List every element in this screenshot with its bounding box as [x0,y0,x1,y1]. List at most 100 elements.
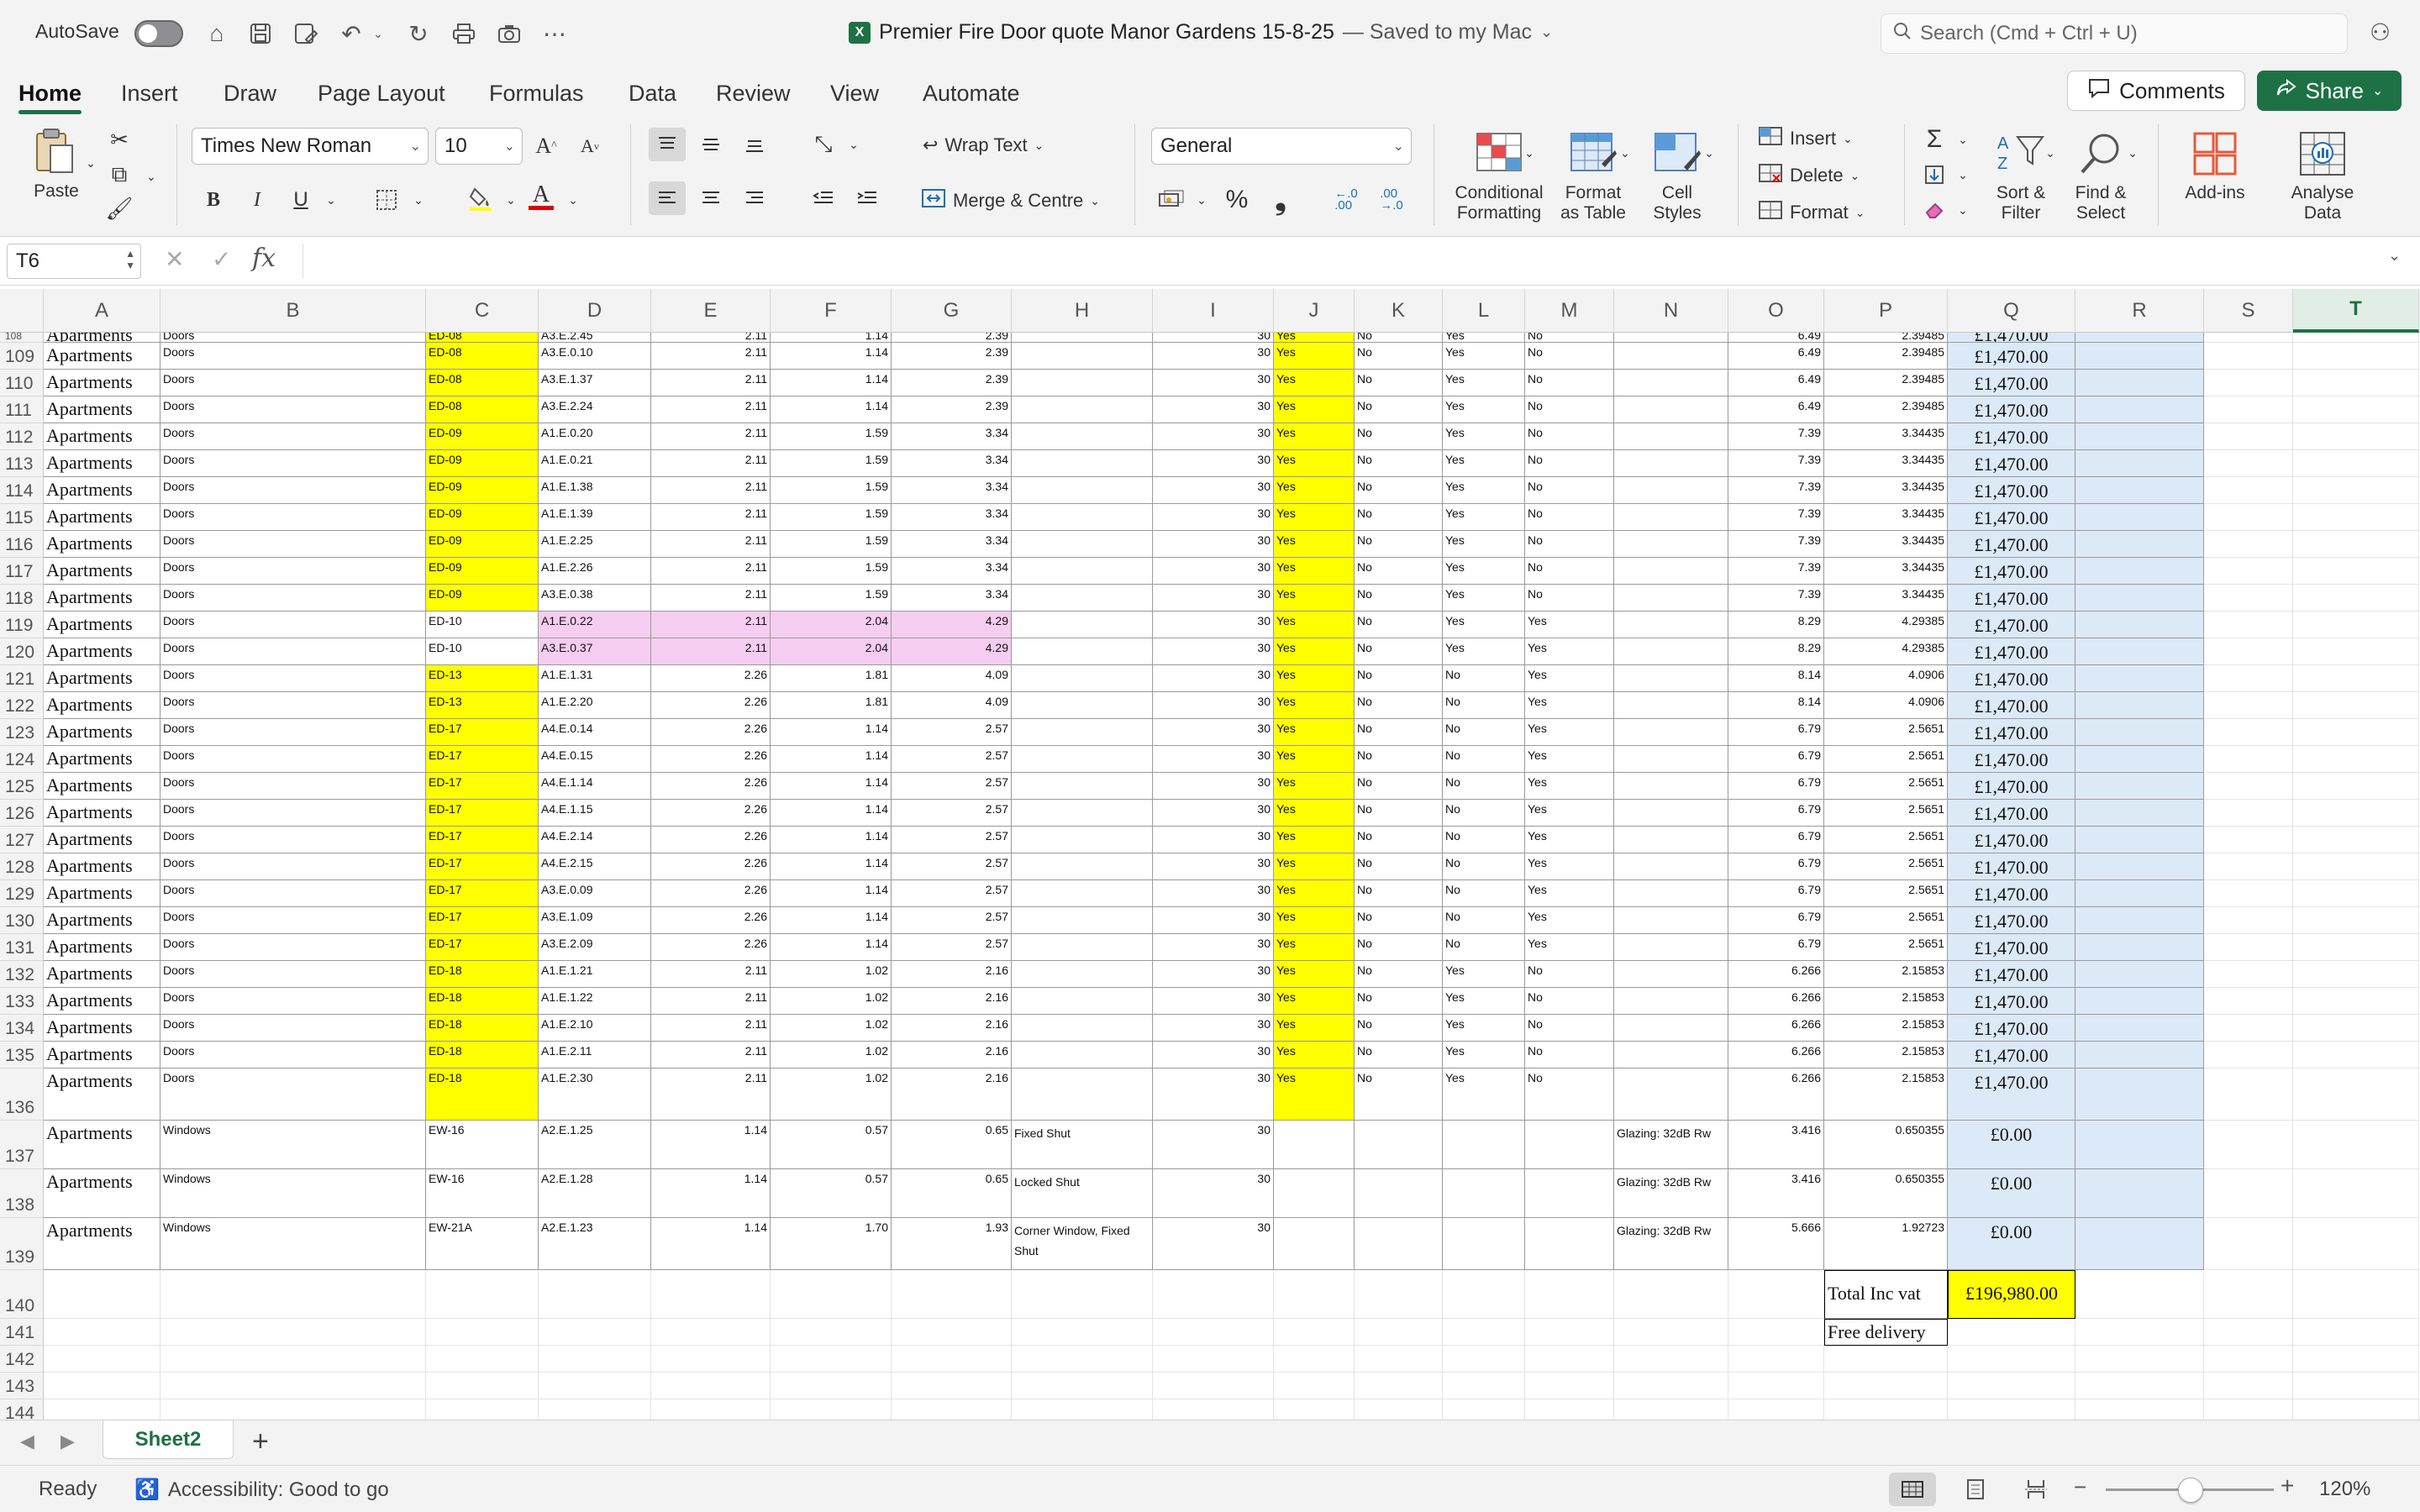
cell-a121[interactable]: Apartments [44,665,160,692]
row-header[interactable]: 118 [0,585,44,612]
cell-i124[interactable]: 30 [1153,746,1274,773]
cell-c117[interactable]: ED-09 [426,558,539,585]
cell-n142[interactable] [1614,1346,1728,1373]
cell-j141[interactable] [1274,1319,1355,1346]
cell-h131[interactable] [1012,934,1153,961]
cell-q118[interactable]: £1,470.00 [1948,585,2075,612]
cell-k110[interactable]: No [1355,370,1443,396]
cell-g118[interactable]: 3.34 [892,585,1012,612]
cell-n139[interactable]: Glazing: 32dB Rw [1614,1218,1728,1270]
cell-c128[interactable]: ED-17 [426,853,539,880]
cell-e121[interactable]: 2.26 [651,665,771,692]
cell-a132[interactable]: Apartments [44,961,160,988]
cell-h140[interactable] [1012,1270,1153,1319]
total-value[interactable]: £196,980.00 [1948,1270,2075,1319]
cell-r109[interactable] [2075,343,2204,370]
cell-h134[interactable] [1012,1015,1153,1042]
cell-h139[interactable]: Corner Window, Fixed Shut [1012,1218,1153,1270]
cell-j120[interactable]: Yes [1274,638,1355,665]
cell-m118[interactable]: No [1525,585,1614,612]
cell-q115[interactable]: £1,470.00 [1948,504,2075,531]
cell-i117[interactable]: 30 [1153,558,1274,585]
cell-g129[interactable]: 2.57 [892,880,1012,907]
cell-o136[interactable]: 6.266 [1728,1068,1824,1121]
cell-n134[interactable] [1614,1015,1728,1042]
cell-a129[interactable]: Apartments [44,880,160,907]
cell-s124[interactable] [2204,746,2293,773]
page-break-view-button[interactable] [2015,1473,2057,1506]
column-header-o[interactable]: O [1728,289,1824,333]
cell-c120[interactable]: ED-10 [426,638,539,665]
increase-font-size-icon[interactable]: A ^ [529,129,563,163]
cell-k116[interactable]: No [1355,531,1443,558]
column-header-b[interactable]: B [160,289,426,333]
cell-p144[interactable] [1824,1399,1948,1420]
cell-e132[interactable]: 2.11 [651,961,771,988]
cell-q142[interactable] [1948,1346,2075,1373]
delete-cells-button[interactable]: Delete ⌄ [1758,163,1860,188]
cell-j121[interactable]: Yes [1274,665,1355,692]
cell-k136[interactable]: No [1355,1068,1443,1121]
cell-j144[interactable] [1274,1399,1355,1420]
cell-a141[interactable] [44,1319,160,1346]
cell-g109[interactable]: 2.39 [892,343,1012,370]
cell-b112[interactable]: Doors [160,423,426,450]
cell-d129[interactable]: A3.E.0.09 [539,880,651,907]
cell-f122[interactable]: 1.81 [771,692,892,719]
cell-n124[interactable] [1614,746,1728,773]
cell-c129[interactable]: ED-17 [426,880,539,907]
cell-b129[interactable]: Doors [160,880,426,907]
cell-j119[interactable]: Yes [1274,612,1355,638]
cell-j133[interactable]: Yes [1274,988,1355,1015]
cell-o123[interactable]: 6.79 [1728,719,1824,746]
cell-q114[interactable]: £1,470.00 [1948,477,2075,504]
cell-a110[interactable]: Apartments [44,370,160,396]
cell-s123[interactable] [2204,719,2293,746]
cell-l126[interactable]: No [1443,800,1525,827]
cell-g125[interactable]: 2.57 [892,773,1012,800]
cell-o124[interactable]: 6.79 [1728,746,1824,773]
cell-i109[interactable]: 30 [1153,343,1274,370]
cell-s137[interactable] [2204,1121,2293,1169]
cell-a134[interactable]: Apartments [44,1015,160,1042]
cell-f108[interactable]: 1.14 [771,333,892,343]
cell-m108[interactable]: No [1525,333,1614,343]
column-header-n[interactable]: N [1614,289,1728,333]
name-box[interactable]: T6 ▲ ▼ [7,244,141,279]
cell-s126[interactable] [2204,800,2293,827]
cell-q109[interactable]: £1,470.00 [1948,343,2075,370]
cell-i121[interactable]: 30 [1153,665,1274,692]
tab-automate[interactable]: Automate [923,76,1020,111]
row-header[interactable]: 109 [0,343,44,370]
cell-r136[interactable] [2075,1068,2204,1121]
cell-h143[interactable] [1012,1373,1153,1399]
cell-p113[interactable]: 3.34435 [1824,450,1948,477]
cell-o110[interactable]: 6.49 [1728,370,1824,396]
cell-j118[interactable]: Yes [1274,585,1355,612]
cell-a126[interactable]: Apartments [44,800,160,827]
cell-f144[interactable] [771,1399,892,1420]
cell-k114[interactable]: No [1355,477,1443,504]
column-header-e[interactable]: E [651,289,771,333]
cell-h108[interactable] [1012,333,1153,343]
cell-q116[interactable]: £1,470.00 [1948,531,2075,558]
cell-a136[interactable]: Apartments [44,1068,160,1121]
cell-j135[interactable]: Yes [1274,1042,1355,1068]
autosum-dropdown-icon[interactable]: ⌄ [1946,123,1980,156]
cell-n114[interactable] [1614,477,1728,504]
cell-b114[interactable]: Doors [160,477,426,504]
cell-s120[interactable] [2204,638,2293,665]
cell-f131[interactable]: 1.14 [771,934,892,961]
select-all-corner[interactable] [0,289,44,333]
fill-dropdown-icon[interactable]: ⌄ [1946,158,1980,192]
font-color-icon[interactable]: A [524,180,558,213]
document-title[interactable]: X Premier Fire Door quote Manor Gardens … [849,20,1553,45]
cell-n135[interactable] [1614,1042,1728,1068]
cell-e140[interactable] [651,1270,771,1319]
cell-g119[interactable]: 4.29 [892,612,1012,638]
cell-a144[interactable] [44,1399,160,1420]
cell-q113[interactable]: £1,470.00 [1948,450,2075,477]
cell-f119[interactable]: 2.04 [771,612,892,638]
cell-k128[interactable]: No [1355,853,1443,880]
cell-f143[interactable] [771,1373,892,1399]
